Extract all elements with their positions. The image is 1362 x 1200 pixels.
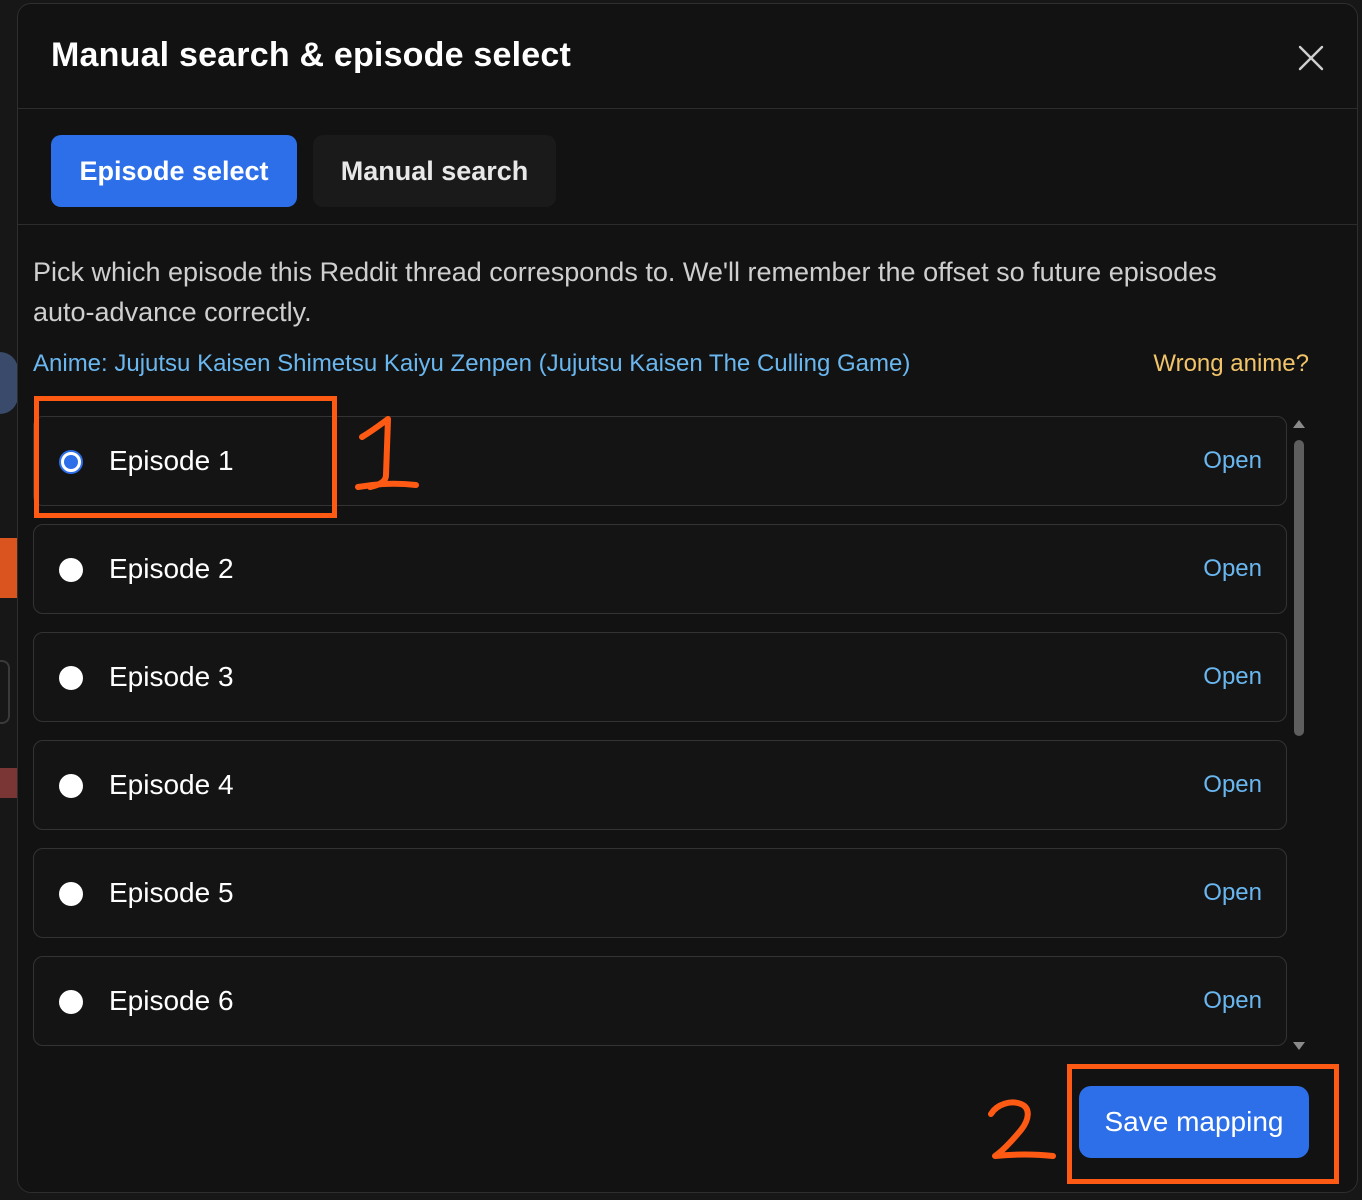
anime-title-link[interactable]: Anime: Jujutsu Kaisen Shimetsu Kaiyu Zen… (33, 350, 910, 378)
episode-open-link[interactable]: Open (1203, 447, 1262, 475)
episode-open-link[interactable]: Open (1203, 879, 1262, 907)
episode-label: Episode 4 (109, 769, 234, 800)
anime-row: Anime: Jujutsu Kaisen Shimetsu Kaiyu Zen… (33, 350, 1309, 384)
episode-item-6[interactable]: Episode 6 Open (33, 956, 1287, 1046)
modal-title: Manual search & episode select (51, 36, 571, 74)
tab-manual-search[interactable]: Manual search (313, 135, 556, 207)
background-box (0, 660, 10, 724)
episode-item-4[interactable]: Episode 4 Open (33, 740, 1287, 830)
tab-episode-select[interactable]: Episode select (51, 135, 297, 207)
radio-icon[interactable] (59, 774, 83, 798)
episode-open-link[interactable]: Open (1203, 771, 1262, 799)
scroll-up-arrow-icon[interactable] (1293, 420, 1305, 428)
episode-open-link[interactable]: Open (1203, 555, 1262, 583)
tabs-row: Episode select Manual search (18, 109, 1357, 225)
background-thumbnail (0, 768, 18, 798)
annotation-number-1-icon (355, 416, 419, 490)
episode-label: Episode 2 (109, 553, 234, 584)
background-orange-block (0, 538, 18, 598)
episode-open-link[interactable]: Open (1203, 663, 1262, 691)
episode-label: Episode 5 (109, 877, 234, 908)
scroll-thumb[interactable] (1294, 440, 1304, 736)
modal-header: Manual search & episode select (18, 4, 1357, 109)
annotation-number-2-icon (988, 1099, 1056, 1159)
episode-item-3[interactable]: Episode 3 Open (33, 632, 1287, 722)
radio-icon[interactable] (59, 558, 83, 582)
wrong-anime-link[interactable]: Wrong anime? (1153, 350, 1309, 378)
annotation-box-1 (34, 396, 337, 518)
episode-label: Episode 6 (109, 985, 234, 1016)
episode-list-scrollbar[interactable] (1292, 420, 1306, 1050)
episode-label: Episode 3 (109, 661, 234, 692)
scroll-down-arrow-icon[interactable] (1293, 1042, 1305, 1050)
description-text: Pick which episode this Reddit thread co… (33, 257, 1217, 327)
episode-item-5[interactable]: Episode 5 Open (33, 848, 1287, 938)
episode-open-link[interactable]: Open (1203, 987, 1262, 1015)
episode-item-2[interactable]: Episode 2 Open (33, 524, 1287, 614)
close-icon (1298, 45, 1324, 71)
radio-icon[interactable] (59, 882, 83, 906)
background-avatar (0, 352, 18, 414)
radio-icon[interactable] (59, 666, 83, 690)
close-button[interactable] (1295, 42, 1327, 74)
annotation-box-2 (1067, 1064, 1339, 1184)
radio-icon[interactable] (59, 990, 83, 1014)
